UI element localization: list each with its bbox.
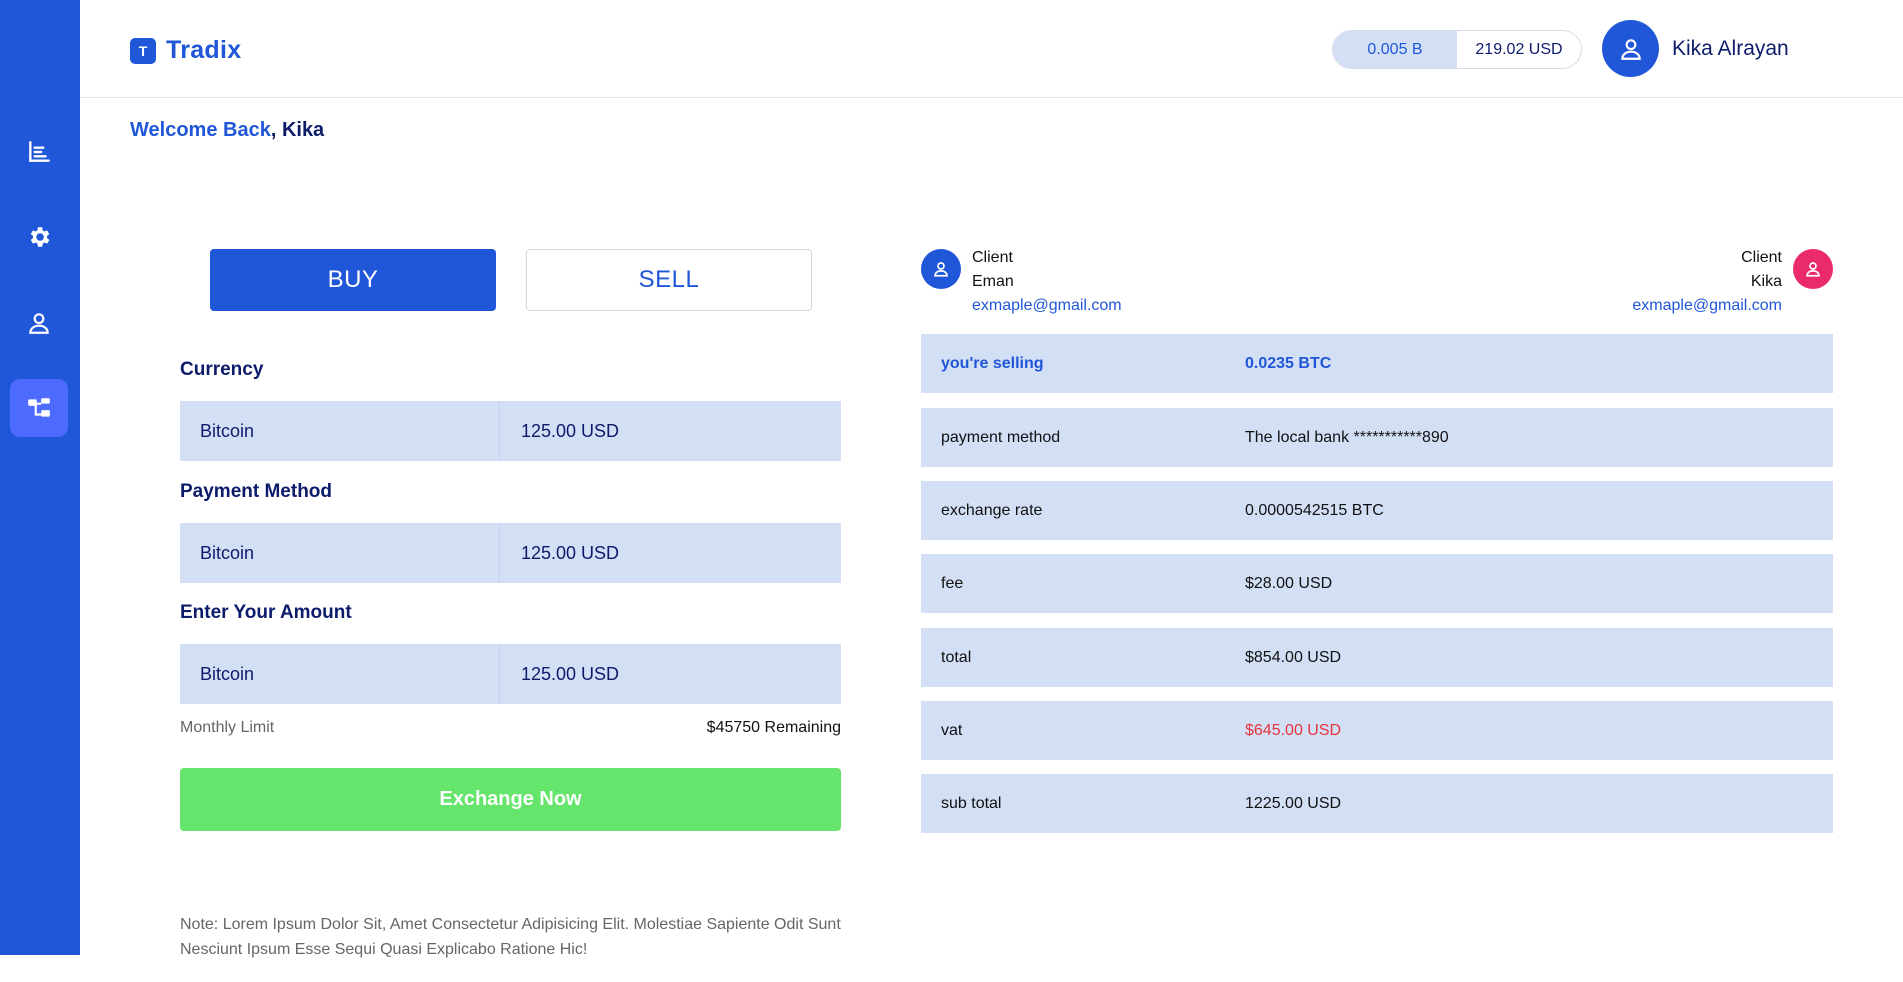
logo-mark: T [130, 37, 156, 64]
detail-value: $28.00 USD [1245, 574, 1333, 592]
currency-label: Currency [180, 359, 264, 380]
wallet-balance[interactable]: 0.005 B 219.02 USD [1332, 30, 1582, 69]
payment-amount: 125.00 USD [521, 542, 620, 563]
client-avatar [1793, 249, 1833, 289]
avatar[interactable] [1602, 20, 1659, 77]
user-icon [29, 313, 49, 334]
detail-row-sub-total: sub total 1225.00 USD [921, 774, 1833, 833]
detail-label: vat [941, 721, 963, 739]
client-email[interactable]: exmaple@gmail.com [1632, 294, 1782, 318]
detail-row-fee: fee $28.00 USD [921, 554, 1833, 613]
exchange-now-button[interactable]: Exchange Now [180, 768, 841, 831]
payment-asset: Bitcoin [180, 523, 500, 583]
network-icon [28, 398, 50, 417]
welcome-name: Kika [281, 119, 325, 141]
detail-value: $645.00 USD [1245, 721, 1342, 739]
nav-analytics[interactable] [10, 123, 68, 181]
detail-value: The local bank ***********890 [1245, 428, 1449, 446]
detail-row-selling: you're selling 0.0235 BTC [921, 334, 1833, 393]
detail-row-vat: vat $645.00 USD [921, 701, 1833, 760]
user-icon [934, 262, 948, 277]
welcome-separator: , [270, 119, 282, 141]
client-role: Client [972, 249, 1013, 266]
user-icon [1806, 262, 1820, 277]
detail-label: sub total [941, 794, 1002, 812]
monthly-limit-value: $45750 Remaining [706, 719, 841, 736]
payment-method-select[interactable]: Bitcoin 125.00 USD [180, 523, 841, 583]
amount-label: Enter Your Amount [180, 602, 352, 623]
user-name: Kika Alrayan [1672, 36, 1789, 60]
detail-label: you're selling [941, 354, 1044, 372]
detail-label: fee [941, 574, 964, 592]
sell-tab[interactable]: SELL [526, 249, 812, 311]
currency-select[interactable]: Bitcoin 125.00 USD [180, 401, 841, 461]
payment-method-label: Payment Method [180, 481, 333, 502]
gear-icon [30, 227, 50, 247]
currency-asset: Bitcoin [180, 401, 500, 461]
client-name: Kika [1750, 273, 1782, 290]
welcome-heading: Welcome Back, Kika [130, 119, 324, 142]
note-text: Note: Lorem Ipsum Dolor Sit, Amet Consec… [180, 916, 841, 958]
detail-row-payment-method: payment method The local bank **********… [921, 408, 1833, 467]
balance-usd: 219.02 USD [1475, 40, 1563, 58]
user-menu[interactable]: Kika Alrayan [1602, 20, 1789, 77]
client-role: Client [1741, 249, 1782, 266]
monthly-limit-label: Monthly Limit [180, 719, 275, 736]
app-name: Tradix [166, 36, 242, 64]
detail-row-exchange-rate: exchange rate 0.0000542515 BTC [921, 481, 1833, 540]
detail-row-total: total $854.00 USD [921, 628, 1833, 687]
user-icon [1620, 38, 1641, 60]
client-info: Client Eman exmaple@gmail.com [972, 246, 1122, 318]
client-avatar [921, 249, 961, 289]
nav-settings[interactable] [10, 208, 68, 266]
client-receiver: Client Kika exmaple@gmail.com [1632, 246, 1833, 318]
client-sender: Client Eman exmaple@gmail.com [921, 246, 1122, 318]
welcome-greeting: Welcome Back [130, 119, 271, 141]
amount-asset: Bitcoin [180, 644, 500, 704]
amount-input[interactable]: Bitcoin 125.00 USD [180, 644, 841, 704]
amount-value: 125.00 USD [521, 663, 620, 684]
nav-exchange[interactable] [10, 379, 68, 437]
detail-label: total [941, 648, 972, 666]
detail-value: $854.00 USD [1245, 648, 1342, 666]
detail-label: payment method [941, 428, 1061, 446]
client-info: Client Kika exmaple@gmail.com [1632, 246, 1782, 318]
client-email[interactable]: exmaple@gmail.com [972, 294, 1122, 318]
detail-value: 0.0000542515 BTC [1245, 501, 1384, 519]
sidebar [0, 0, 80, 955]
bar-chart-icon [29, 141, 50, 162]
buy-tab[interactable]: BUY [210, 249, 496, 311]
nav-profile[interactable] [10, 294, 68, 352]
balance-btc: 0.005 B [1333, 31, 1457, 68]
app-logo[interactable]: T Tradix [130, 36, 241, 65]
detail-label: exchange rate [941, 501, 1043, 519]
detail-value: 1225.00 USD [1245, 794, 1342, 812]
detail-value: 0.0235 BTC [1245, 354, 1332, 372]
client-name: Eman [972, 273, 1014, 290]
currency-amount: 125.00 USD [521, 420, 620, 441]
